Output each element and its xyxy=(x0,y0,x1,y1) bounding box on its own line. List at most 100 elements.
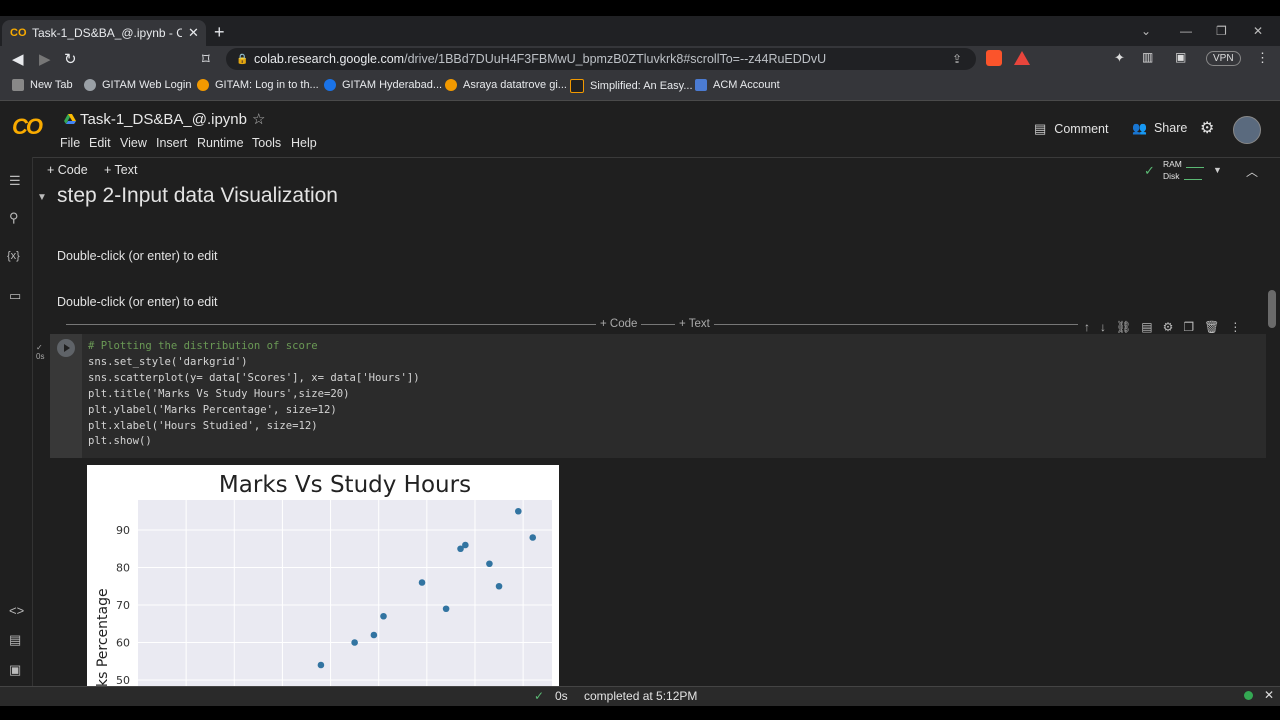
forward-icon[interactable]: ▶ xyxy=(39,50,51,68)
search-icon[interactable]: ⚲ xyxy=(9,210,19,226)
extensions-icon[interactable]: ✦ xyxy=(1114,50,1125,66)
bookmark-asraya[interactable]: Asraya datatrove gi... xyxy=(445,79,567,91)
bookmark-simplified[interactable]: Simplified: An Easy... xyxy=(570,79,693,93)
terminal-icon[interactable]: ▣ xyxy=(9,662,21,678)
move-up-icon[interactable]: ↑ xyxy=(1084,320,1090,334)
scatter-point xyxy=(442,605,450,613)
y-tick-label: 80 xyxy=(116,562,130,575)
reload-icon[interactable]: ↻ xyxy=(64,50,77,68)
add-text-button[interactable]: + Text xyxy=(104,163,137,177)
bookmark-gitam-login[interactable]: GITAM: Log in to th... xyxy=(197,79,319,91)
delete-icon[interactable]: 🗑 xyxy=(1204,320,1219,334)
url-path: /drive/1BBd7DUuH4F3FBMwU_bpmzB0ZTluvkrk8… xyxy=(404,52,827,66)
scatter-plot-svg: Marks Vs Study Hours 9080706050 ks Perce… xyxy=(95,472,552,687)
people-icon: 👥 xyxy=(1132,121,1147,135)
link-icon[interactable]: ⛓ xyxy=(1116,320,1131,334)
scatter-plot-output: Marks Vs Study Hours 90 80 70 60 50 ks Perce… xyxy=(87,465,559,687)
colab-logo-icon[interactable]: CO xyxy=(12,114,43,140)
execution-check-icon: ✓ 0s xyxy=(36,343,45,361)
browser-tab[interactable]: CO Task-1_DS&BA_@.ipynb - Colabor ✕ xyxy=(2,20,206,46)
menu-help[interactable]: Help xyxy=(291,136,317,150)
bookmark-gitam-hyderabad[interactable]: GITAM Hyderabad... xyxy=(324,79,442,91)
minimize-icon[interactable]: — xyxy=(1180,24,1192,38)
scatter-point xyxy=(317,661,325,669)
toc-icon[interactable]: ☰ xyxy=(9,173,21,189)
browser-menu-icon[interactable]: ⋮ xyxy=(1256,50,1269,66)
code-line: plt.show() xyxy=(88,435,152,448)
plot-area xyxy=(138,500,552,687)
section-collapse-icon[interactable]: ▼ xyxy=(37,192,47,203)
menu-file[interactable]: File xyxy=(60,136,80,150)
variables-icon[interactable]: {x} xyxy=(7,250,20,262)
address-bar[interactable]: 🔒 colab.research.google.com/drive/1BBd7D… xyxy=(226,48,976,70)
text-cell-edit-hint[interactable]: Double-click (or enter) to edit xyxy=(57,295,217,309)
insert-text-button[interactable]: + Text xyxy=(675,318,714,330)
menu-tools[interactable]: Tools xyxy=(252,136,281,150)
bookmark-acm[interactable]: ACM Account xyxy=(695,79,780,91)
sidebar-icon[interactable]: ▥ xyxy=(1142,50,1153,64)
code-editor[interactable]: # Plotting the distribution of score sns.… xyxy=(88,339,420,450)
restore-icon[interactable]: ❐ xyxy=(1216,24,1227,38)
comment-icon: ▤ xyxy=(1034,121,1047,136)
back-icon[interactable]: ◀ xyxy=(12,50,24,68)
code-line: sns.scatterplot(y= data['Scores'], x= da… xyxy=(88,371,420,384)
bookmark-gitam-web-login[interactable]: GITAM Web Login xyxy=(84,79,191,91)
cell-settings-icon[interactable]: ⚙ xyxy=(1163,320,1174,334)
drive-icon xyxy=(64,114,76,124)
mirror-cell-icon[interactable]: ❐ xyxy=(1183,320,1194,334)
resource-indicator[interactable]: RAM Disk xyxy=(1148,158,1204,182)
vpn-button[interactable]: VPN xyxy=(1206,51,1241,66)
collapse-header-icon[interactable]: ︿ xyxy=(1246,163,1258,180)
avatar[interactable] xyxy=(1233,116,1261,144)
new-tab-icon[interactable]: + xyxy=(214,22,225,43)
code-line: plt.xlabel('Hours Studied', size=12) xyxy=(88,419,318,432)
run-cell-button[interactable] xyxy=(57,339,75,357)
globe-icon xyxy=(84,79,96,91)
menu-view[interactable]: View xyxy=(120,136,147,150)
scatter-point xyxy=(515,507,522,515)
files-folder-icon[interactable]: ▭ xyxy=(9,288,21,304)
chart-title: Marks Vs Study Hours xyxy=(219,472,471,498)
code-snippets-icon[interactable]: <> xyxy=(9,603,24,618)
bookmark-new-tab[interactable]: New Tab xyxy=(12,79,73,91)
y-axis-label: ks Percentage xyxy=(95,588,111,687)
add-code-button[interactable]: + Code xyxy=(47,163,88,177)
more-icon[interactable]: ⋮ xyxy=(1229,320,1241,334)
text-cell-edit-hint[interactable]: Double-click (or enter) to edit xyxy=(57,249,217,263)
scatter-point xyxy=(486,560,493,568)
menu-edit[interactable]: Edit xyxy=(89,136,111,150)
code-line: plt.ylabel('Marks Percentage', size=12) xyxy=(88,403,337,416)
insert-code-button[interactable]: + Code xyxy=(596,318,642,330)
move-down-icon[interactable]: ↓ xyxy=(1100,320,1106,334)
tab-search-icon[interactable]: ⌄ xyxy=(1141,24,1151,38)
gitam-icon xyxy=(197,79,209,91)
close-tab-icon[interactable]: ✕ xyxy=(188,25,199,41)
settings-gear-icon[interactable]: ⚙ xyxy=(1200,118,1214,138)
close-window-icon[interactable]: ✕ xyxy=(1253,24,1263,38)
menu-runtime[interactable]: Runtime xyxy=(197,136,244,150)
tab-title: Task-1_DS&BA_@.ipynb - Colabor xyxy=(32,26,182,40)
brave-shield-icon[interactable] xyxy=(986,50,1002,66)
scrollbar-thumb[interactable] xyxy=(1268,290,1276,328)
code-line: # Plotting the distribution of score xyxy=(88,340,318,352)
colab-favicon-icon: CO xyxy=(10,27,27,39)
command-palette-icon[interactable]: ▤ xyxy=(9,632,21,648)
screen-border xyxy=(0,706,1280,720)
star-icon[interactable]: ☆ xyxy=(252,110,265,128)
brave-rewards-icon[interactable] xyxy=(1014,51,1030,65)
menu-insert[interactable]: Insert xyxy=(156,136,187,150)
comment-button[interactable]: ▤ Comment xyxy=(1034,121,1108,137)
close-status-icon[interactable]: ✕ xyxy=(1264,688,1274,702)
wallet-icon[interactable]: ▣ xyxy=(1175,50,1186,64)
notebook-title[interactable]: Task-1_DS&BA_@.ipynb xyxy=(80,111,247,128)
cell-toolbar: ↑ ↓ ⛓ ▤ ⚙ ❐ 🗑 ⋮ xyxy=(1084,320,1241,334)
section-heading[interactable]: step 2-Input data Visualization xyxy=(57,184,338,208)
runtime-dropdown-icon[interactable]: ▼ xyxy=(1213,165,1222,175)
share-button[interactable]: 👥 Share xyxy=(1132,121,1187,135)
y-tick-label: 70 xyxy=(116,599,130,612)
status-message[interactable]: completed at 5:12PM xyxy=(584,689,697,703)
share-url-icon[interactable]: ⇪ xyxy=(952,52,962,66)
bookmark-icon[interactable]: ⌑ xyxy=(202,50,210,68)
scatter-point xyxy=(495,582,503,590)
comment-cell-icon[interactable]: ▤ xyxy=(1141,320,1152,334)
